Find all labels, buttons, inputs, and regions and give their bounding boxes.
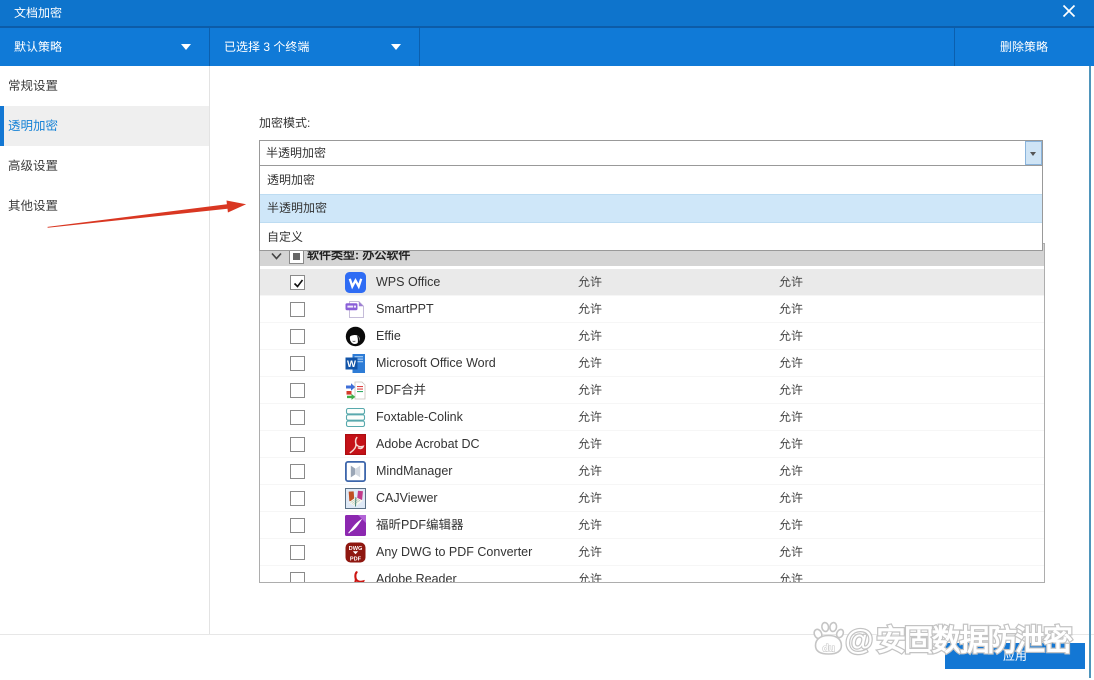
svg-text:W: W (347, 359, 356, 370)
svg-text:安固数据防泄密: 安固数据防泄密 (876, 616, 1073, 660)
svg-text:DWG: DWG (349, 546, 363, 552)
svg-text:du: du (822, 644, 834, 655)
svg-text:PDF: PDF (350, 556, 362, 562)
svg-text:@: @ (845, 625, 873, 657)
